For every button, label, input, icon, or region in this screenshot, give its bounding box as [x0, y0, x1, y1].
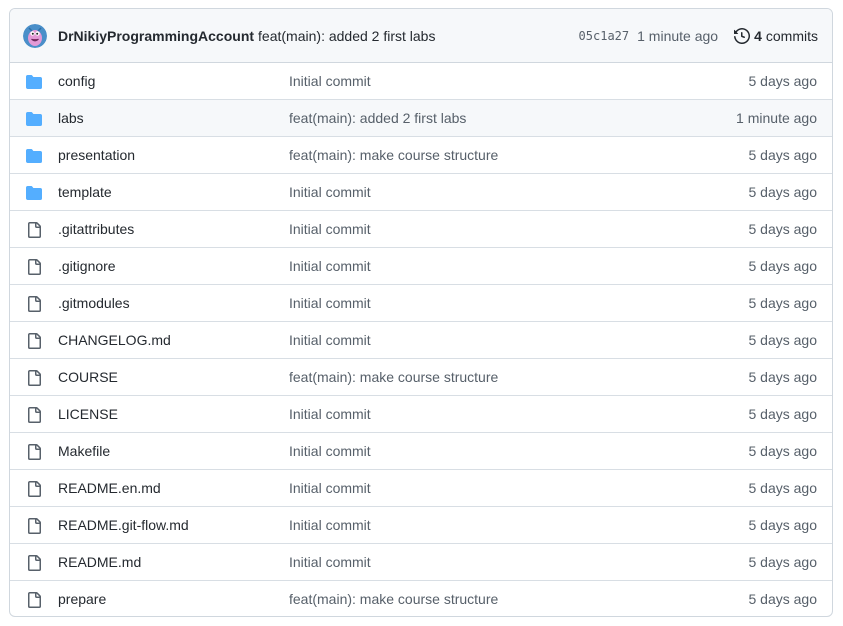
file-commit-date: 5 days ago	[748, 295, 818, 311]
commit-author-link[interactable]: DrNikiyProgrammingAccount	[58, 28, 254, 44]
file-list: config Initial commit 5 days ago labs feat(m…	[10, 63, 832, 616]
file-name-link[interactable]: presentation	[58, 147, 135, 163]
commit-time: 1 minute ago	[637, 27, 719, 44]
file-icon	[26, 592, 42, 608]
file-name-link[interactable]: Makefile	[58, 443, 110, 459]
file-icon	[26, 444, 42, 460]
file-row[interactable]: .gitmodules Initial commit 5 days ago	[10, 285, 832, 322]
file-commit-message-link[interactable]: Initial commit	[289, 480, 371, 496]
file-name-link[interactable]: .gitignore	[58, 258, 116, 274]
file-name-link[interactable]: .gitmodules	[58, 295, 130, 311]
history-icon	[734, 27, 751, 44]
file-commit-date: 5 days ago	[748, 332, 818, 348]
file-commit-date: 5 days ago	[748, 147, 818, 163]
commit-sha-link[interactable]: 05c1a27	[579, 29, 630, 43]
commits-label: commits	[765, 27, 818, 44]
file-row[interactable]: README.en.md Initial commit 5 days ago	[10, 470, 832, 507]
file-commit-message-link[interactable]: feat(main): make course structure	[289, 591, 498, 607]
file-commit-message-link[interactable]: Initial commit	[289, 221, 371, 237]
file-browser: DrNikiyProgrammingAccount feat(main): ad…	[9, 8, 833, 617]
file-row[interactable]: Makefile Initial commit 5 days ago	[10, 433, 832, 470]
file-commit-message-link[interactable]: Initial commit	[289, 517, 371, 533]
avatar-image	[23, 23, 47, 48]
file-name-link[interactable]: labs	[58, 110, 84, 126]
file-row[interactable]: LICENSE Initial commit 5 days ago	[10, 396, 832, 433]
file-name-link[interactable]: README.en.md	[58, 480, 161, 496]
file-row[interactable]: config Initial commit 5 days ago	[10, 63, 832, 100]
file-row[interactable]: README.git-flow.md Initial commit 5 days a…	[10, 507, 832, 544]
file-icon	[26, 407, 42, 423]
file-icon	[26, 518, 42, 534]
file-commit-message-link[interactable]: Initial commit	[289, 406, 371, 422]
file-name-link[interactable]: LICENSE	[58, 406, 118, 422]
file-row[interactable]: prepare feat(main): make course structure…	[10, 581, 832, 616]
folder-icon	[26, 148, 42, 164]
file-icon	[26, 481, 42, 497]
file-name-link[interactable]: COURSE	[58, 369, 118, 385]
file-row[interactable]: CHANGELOG.md Initial commit 5 days ago	[10, 322, 832, 359]
file-name-link[interactable]: CHANGELOG.md	[58, 332, 171, 348]
file-icon	[26, 222, 42, 238]
file-commit-date: 1 minute ago	[736, 110, 817, 126]
file-icon	[26, 370, 42, 386]
file-commit-date: 5 days ago	[748, 221, 818, 237]
file-icon	[26, 333, 42, 349]
commits-history-link[interactable]: 4 commits	[734, 28, 818, 44]
file-commit-date: 5 days ago	[748, 480, 818, 496]
file-commit-date: 5 days ago	[748, 554, 818, 570]
file-commit-message-link[interactable]: feat(main): make course structure	[289, 369, 498, 385]
file-commit-date: 5 days ago	[748, 591, 818, 607]
file-name-link[interactable]: template	[58, 184, 112, 200]
commit-count: 4	[754, 27, 762, 44]
file-name-link[interactable]: config	[58, 73, 95, 89]
folder-icon	[26, 74, 42, 90]
file-name-link[interactable]: prepare	[58, 591, 106, 607]
file-row[interactable]: README.md Initial commit 5 days ago	[10, 544, 832, 581]
file-commit-message-link[interactable]: feat(main): make course structure	[289, 147, 498, 163]
file-name-link[interactable]: .gitattributes	[58, 221, 134, 237]
latest-commit-bar: DrNikiyProgrammingAccount feat(main): ad…	[10, 9, 832, 63]
folder-icon	[26, 111, 42, 127]
file-icon	[26, 296, 42, 312]
file-commit-message-link[interactable]: Initial commit	[289, 443, 371, 459]
file-row[interactable]: template Initial commit 5 days ago	[10, 174, 832, 211]
file-icon	[26, 555, 42, 571]
file-name-link[interactable]: README.git-flow.md	[58, 517, 189, 533]
file-row[interactable]: labs feat(main): added 2 first labs 1 minu…	[10, 100, 832, 137]
file-commit-message-link[interactable]: Initial commit	[289, 332, 371, 348]
file-commit-message-link[interactable]: feat(main): added 2 first labs	[289, 110, 466, 126]
file-row[interactable]: .gitignore Initial commit 5 days ago	[10, 248, 832, 285]
file-commit-date: 5 days ago	[748, 443, 818, 459]
file-commit-message-link[interactable]: Initial commit	[289, 73, 371, 89]
file-commit-message-link[interactable]: Initial commit	[289, 184, 371, 200]
file-commit-message-link[interactable]: Initial commit	[289, 295, 371, 311]
file-commit-message-link[interactable]: Initial commit	[289, 554, 371, 570]
file-commit-message-link[interactable]: Initial commit	[289, 258, 371, 274]
file-commit-date: 5 days ago	[748, 73, 818, 89]
file-icon	[26, 259, 42, 275]
file-name-link[interactable]: README.md	[58, 554, 141, 570]
file-row[interactable]: presentation feat(main): make course stru…	[10, 137, 832, 174]
file-commit-date: 5 days ago	[748, 258, 818, 274]
file-row[interactable]: COURSE feat(main): make course structure 5…	[10, 359, 832, 396]
file-commit-date: 5 days ago	[748, 369, 818, 385]
file-commit-date: 5 days ago	[748, 517, 818, 533]
commit-message-link[interactable]: feat(main): added 2 first labs	[258, 28, 435, 44]
avatar[interactable]	[23, 23, 47, 48]
file-commit-date: 5 days ago	[748, 184, 818, 200]
file-row[interactable]: .gitattributes Initial commit 5 days ago	[10, 211, 832, 248]
file-commit-date: 5 days ago	[748, 406, 818, 422]
folder-icon	[26, 185, 42, 201]
